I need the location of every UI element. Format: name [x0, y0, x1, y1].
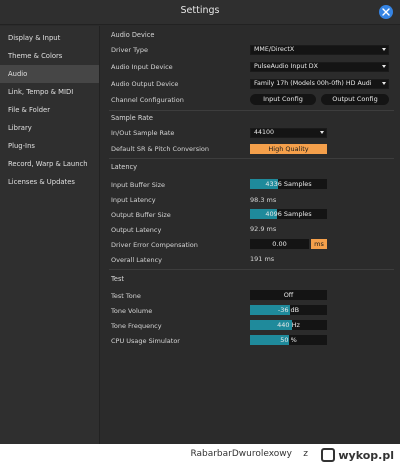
input-buffer-size-field[interactable]: 4336 Samples [250, 179, 327, 189]
tone-frequency-value: 440 Hz [277, 321, 300, 329]
section-header-audio-device: Audio Device [111, 31, 155, 39]
wykop-logo-icon [321, 448, 336, 462]
overall-latency-label: Overall Latency [111, 256, 162, 264]
section-header-sample-rate: Sample Rate [111, 114, 153, 122]
wykop-logo: wykop.pl [321, 447, 394, 463]
input-buffer-size-label: Input Buffer Size [111, 181, 166, 189]
audio-settings-panel: Audio Device Driver Type MME/DirectX Aud… [101, 26, 400, 444]
cpu-usage-value: 50 % [280, 336, 297, 344]
test-tone-toggle[interactable]: Off [250, 290, 327, 300]
driver-type-label: Driver Type [111, 46, 148, 54]
divider [109, 110, 394, 111]
footer-connector: z [303, 449, 308, 459]
window-title: Settings [180, 5, 220, 16]
driver-error-compensation-label: Driver Error Compensation [111, 241, 198, 249]
pitch-conversion-toggle[interactable]: High Quality [250, 144, 327, 154]
audio-output-device-value: Family 17h (Models 00h-0fh) HD Audi [254, 80, 372, 87]
audio-output-device-dropdown[interactable]: Family 17h (Models 00h-0fh) HD Audi [250, 79, 389, 89]
driver-error-compensation-value: 0.00 [272, 240, 287, 248]
audio-input-device-dropdown[interactable]: PulseAudio Input DX [250, 62, 389, 72]
sidebar-item-licenses-updates[interactable]: Licenses & Updates [0, 173, 99, 191]
test-tone-value: Off [283, 291, 294, 299]
close-icon [382, 8, 390, 16]
sidebar: Display & Input Theme & Colors Audio Lin… [0, 26, 100, 444]
sidebar-list: Display & Input Theme & Colors Audio Lin… [0, 26, 99, 191]
input-config-button[interactable]: Input Config [250, 94, 316, 105]
sidebar-item-plugins[interactable]: Plug-Ins [0, 137, 99, 155]
watermark-footer: RabarbarDwurolexowy z wykop.pl [0, 444, 400, 466]
output-buffer-size-field[interactable]: 4096 Samples [250, 209, 327, 219]
cpu-usage-simulator-label: CPU Usage Simulator [111, 337, 180, 345]
tone-frequency-label: Tone Frequency [111, 322, 162, 330]
chevron-down-icon [382, 48, 386, 51]
default-sr-pitch-label: Default SR & Pitch Conversion [111, 145, 209, 153]
input-latency-label: Input Latency [111, 196, 156, 204]
sidebar-item-display-input[interactable]: Display & Input [0, 29, 99, 47]
sidebar-item-audio[interactable]: Audio [0, 65, 99, 83]
tone-volume-label: Tone Volume [111, 307, 153, 315]
tone-frequency-slider[interactable]: 440 Hz [250, 320, 327, 330]
driver-error-unit-toggle[interactable]: ms [311, 239, 327, 249]
overall-latency-value: 191 ms [250, 255, 275, 263]
close-button[interactable] [379, 5, 393, 19]
output-buffer-size-value: 4096 Samples [265, 210, 312, 218]
title-bar: Settings [0, 0, 400, 25]
footer-username: RabarbarDwurolexowy [190, 449, 292, 459]
sample-rate-value: 44100 [254, 129, 275, 136]
sample-rate-dropdown[interactable]: 44100 [250, 128, 327, 138]
channel-configuration-label: Channel Configuration [111, 96, 184, 104]
test-tone-label: Test Tone [111, 292, 141, 300]
footer-brand: wykop.pl [338, 448, 394, 462]
audio-output-device-label: Audio Output Device [111, 80, 179, 88]
sidebar-item-library[interactable]: Library [0, 119, 99, 137]
sidebar-item-file-folder[interactable]: File & Folder [0, 101, 99, 119]
divider [109, 269, 394, 270]
tone-volume-value: -36 dB [277, 306, 300, 314]
output-latency-value: 92.9 ms [250, 225, 277, 233]
in-out-sample-rate-label: In/Out Sample Rate [111, 129, 175, 137]
cpu-usage-simulator-slider[interactable]: 50 % [250, 335, 327, 345]
sidebar-item-record-warp-launch[interactable]: Record, Warp & Launch [0, 155, 99, 173]
divider [109, 158, 394, 159]
driver-type-value: MME/DirectX [254, 46, 295, 53]
sidebar-item-theme-colors[interactable]: Theme & Colors [0, 47, 99, 65]
output-config-button[interactable]: Output Config [321, 94, 389, 105]
section-header-test: Test [111, 275, 124, 283]
settings-window: Settings Display & Input Theme & Colors … [0, 0, 400, 444]
chevron-down-icon [382, 82, 386, 85]
input-buffer-size-value: 4336 Samples [265, 180, 312, 188]
chevron-down-icon [320, 131, 324, 134]
driver-type-dropdown[interactable]: MME/DirectX [250, 45, 389, 55]
section-header-latency: Latency [111, 163, 138, 171]
audio-input-device-value: PulseAudio Input DX [254, 63, 318, 70]
chevron-down-icon [382, 65, 386, 68]
audio-input-device-label: Audio Input Device [111, 63, 173, 71]
output-buffer-size-label: Output Buffer Size [111, 211, 171, 219]
tone-volume-slider[interactable]: -36 dB [250, 305, 327, 315]
sidebar-item-link-tempo-midi[interactable]: Link, Tempo & MIDI [0, 83, 99, 101]
output-latency-label: Output Latency [111, 226, 162, 234]
input-latency-value: 98.3 ms [250, 196, 277, 204]
driver-error-compensation-field[interactable]: 0.00 [250, 239, 309, 249]
